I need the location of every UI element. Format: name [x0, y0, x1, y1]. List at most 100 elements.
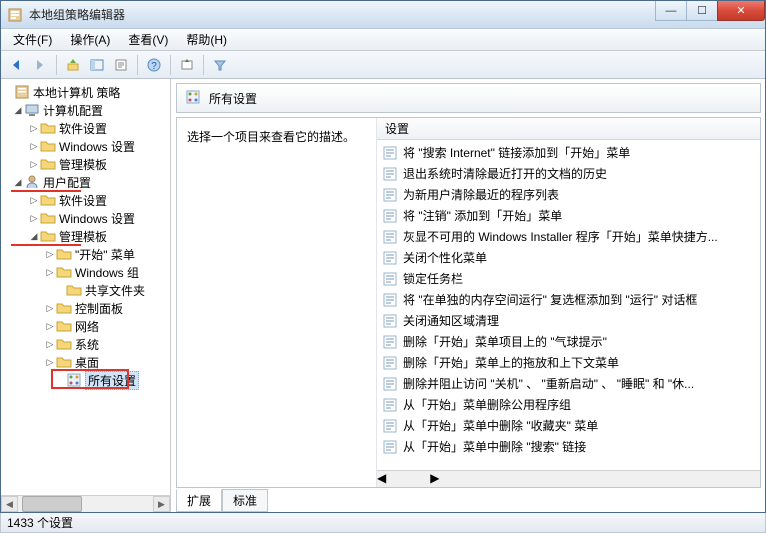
tree-computer-cfg[interactable]: ◢ 计算机配置 — [3, 101, 168, 119]
app-window: 本地组策略编辑器 — ☐ ✕ 文件(F) 操作(A) 查看(V) 帮助(H) ? — [0, 0, 766, 513]
tree-software-settings[interactable]: ▷ 软件设置 — [3, 119, 168, 137]
tree-admin-templates[interactable]: ▷ 管理模板 — [3, 155, 168, 173]
tree-label: 管理模板 — [59, 228, 107, 245]
menu-file[interactable]: 文件(F) — [5, 29, 60, 50]
setting-row[interactable]: 锁定任务栏 — [377, 268, 760, 289]
setting-row[interactable]: 删除「开始」菜单项目上的 "气球提示" — [377, 331, 760, 352]
status-count: 1433 个设置 — [7, 514, 73, 531]
forward-button[interactable] — [29, 54, 51, 76]
menu-action[interactable]: 操作(A) — [62, 29, 118, 50]
setting-row[interactable]: 删除并阻止访问 "关机" 、 "重新启动" 、 "睡眠" 和 "休... — [377, 373, 760, 394]
tree-all-settings[interactable]: 所有设置 — [3, 371, 168, 389]
description-panel: 选择一个项目来查看它的描述。 — [177, 118, 377, 487]
tree-label: 系统 — [75, 336, 99, 353]
setting-icon — [383, 314, 397, 328]
expand-icon[interactable]: ▷ — [29, 195, 39, 206]
setting-icon — [383, 167, 397, 181]
expand-icon[interactable]: ▷ — [29, 159, 39, 170]
list-hscrollbar[interactable]: ◀ ▶ — [377, 470, 760, 487]
setting-row[interactable]: 关闭个性化菜单 — [377, 247, 760, 268]
tree-label: 计算机配置 — [43, 102, 103, 119]
setting-icon — [383, 230, 397, 244]
up-button[interactable] — [62, 54, 84, 76]
tab-strip: 扩展 标准 — [176, 489, 761, 511]
filter-button[interactable] — [209, 54, 231, 76]
tree-label: Windows 设置 — [59, 138, 135, 155]
scroll-right-icon[interactable]: ▶ — [153, 496, 170, 512]
tree-windows-settings-user[interactable]: ▷ Windows 设置 — [3, 209, 168, 227]
expand-icon[interactable]: ▷ — [29, 213, 39, 224]
expand-icon[interactable]: ▷ — [45, 267, 55, 278]
properties-button[interactable] — [110, 54, 132, 76]
tree-pane[interactable]: 本地计算机 策略 ◢ 计算机配置 ▷ 软件设置 ▷ Windows 设置 — [1, 79, 171, 512]
setting-label: 为新用户清除最近的程序列表 — [403, 186, 559, 203]
tab-extended[interactable]: 扩展 — [176, 489, 222, 512]
tree-control-panel[interactable]: ▷ 控制面板 — [3, 299, 168, 317]
folder-icon — [66, 282, 82, 298]
tree-admin-templates-user[interactable]: ◢ 管理模板 — [3, 227, 168, 245]
expand-icon[interactable]: ▷ — [29, 141, 39, 152]
menu-view[interactable]: 查看(V) — [120, 29, 176, 50]
scroll-left-icon[interactable]: ◀ — [1, 496, 18, 512]
toolbar: ? — [1, 51, 765, 79]
setting-icon — [383, 251, 397, 265]
expand-icon[interactable]: ▷ — [45, 249, 55, 260]
tree-label: Windows 设置 — [59, 210, 135, 227]
setting-row[interactable]: 将 "注销" 添加到「开始」菜单 — [377, 205, 760, 226]
details-pane: 所有设置 选择一个项目来查看它的描述。 设置 将 "搜索 Internet" 链… — [171, 79, 765, 512]
tree-start-menu[interactable]: ▷ "开始" 菜单 — [3, 245, 168, 263]
tree-windows-settings[interactable]: ▷ Windows 设置 — [3, 137, 168, 155]
setting-row[interactable]: 关闭通知区域清理 — [377, 310, 760, 331]
back-button[interactable] — [5, 54, 27, 76]
collapse-icon[interactable]: ◢ — [13, 105, 23, 116]
tree-hscrollbar[interactable]: ◀ ▶ — [1, 495, 170, 512]
setting-row[interactable]: 从「开始」菜单中删除 "收藏夹" 菜单 — [377, 415, 760, 436]
show-hide-tree-button[interactable] — [86, 54, 108, 76]
tree-label: 管理模板 — [59, 156, 107, 173]
column-header-setting[interactable]: 设置 — [377, 118, 760, 140]
setting-row[interactable]: 灰显不可用的 Windows Installer 程序「开始」菜单快捷方... — [377, 226, 760, 247]
scroll-left-icon[interactable]: ◀ — [377, 471, 386, 487]
settings-list[interactable]: 将 "搜索 Internet" 链接添加到「开始」菜单退出系统时清除最近打开的文… — [377, 140, 760, 470]
tab-standard[interactable]: 标准 — [222, 489, 268, 512]
minimize-button[interactable]: — — [655, 1, 687, 21]
tree-root[interactable]: 本地计算机 策略 — [3, 83, 168, 101]
policy-icon — [14, 84, 30, 100]
scroll-right-icon[interactable]: ▶ — [430, 471, 439, 487]
help-button[interactable]: ? — [143, 54, 165, 76]
setting-label: 退出系统时清除最近打开的文档的历史 — [403, 165, 607, 182]
tree-label: 桌面 — [75, 354, 99, 371]
details-content: 选择一个项目来查看它的描述。 设置 将 "搜索 Internet" 链接添加到「… — [176, 117, 761, 488]
expand-icon[interactable]: ▷ — [45, 339, 55, 350]
expand-icon[interactable]: ▷ — [45, 303, 55, 314]
collapse-icon[interactable]: ◢ — [29, 231, 39, 242]
app-icon — [7, 7, 23, 23]
setting-icon — [383, 398, 397, 412]
setting-row[interactable]: 将 "搜索 Internet" 链接添加到「开始」菜单 — [377, 142, 760, 163]
setting-row[interactable]: 从「开始」菜单删除公用程序组 — [377, 394, 760, 415]
tree-label: 控制面板 — [75, 300, 123, 317]
setting-row[interactable]: 为新用户清除最近的程序列表 — [377, 184, 760, 205]
setting-row[interactable]: 删除「开始」菜单上的拖放和上下文菜单 — [377, 352, 760, 373]
export-list-button[interactable] — [176, 54, 198, 76]
setting-row[interactable]: 从「开始」菜单中删除 "搜索" 链接 — [377, 436, 760, 457]
tree-desktop[interactable]: ▷ 桌面 — [3, 353, 168, 371]
tree-software-settings-user[interactable]: ▷ 软件设置 — [3, 191, 168, 209]
setting-row[interactable]: 退出系统时清除最近打开的文档的历史 — [377, 163, 760, 184]
expand-icon[interactable]: ▷ — [45, 357, 55, 368]
menu-help[interactable]: 帮助(H) — [178, 29, 235, 50]
tree-shared-folders[interactable]: 共享文件夹 — [3, 281, 168, 299]
collapse-icon[interactable]: ◢ — [13, 177, 23, 188]
tree-windows-components[interactable]: ▷ Windows 组 — [3, 263, 168, 281]
maximize-button[interactable]: ☐ — [686, 1, 718, 21]
tree-system[interactable]: ▷ 系统 — [3, 335, 168, 353]
hint-text: 选择一个项目来查看它的描述。 — [187, 130, 355, 144]
tree-user-cfg[interactable]: ◢ 用户配置 — [3, 173, 168, 191]
tree-network[interactable]: ▷ 网络 — [3, 317, 168, 335]
expand-icon[interactable]: ▷ — [45, 321, 55, 332]
setting-icon — [383, 440, 397, 454]
setting-row[interactable]: 将 "在单独的内存空间运行" 复选框添加到 "运行" 对话框 — [377, 289, 760, 310]
setting-icon — [383, 356, 397, 370]
close-button[interactable]: ✕ — [717, 1, 765, 21]
expand-icon[interactable]: ▷ — [29, 123, 39, 134]
